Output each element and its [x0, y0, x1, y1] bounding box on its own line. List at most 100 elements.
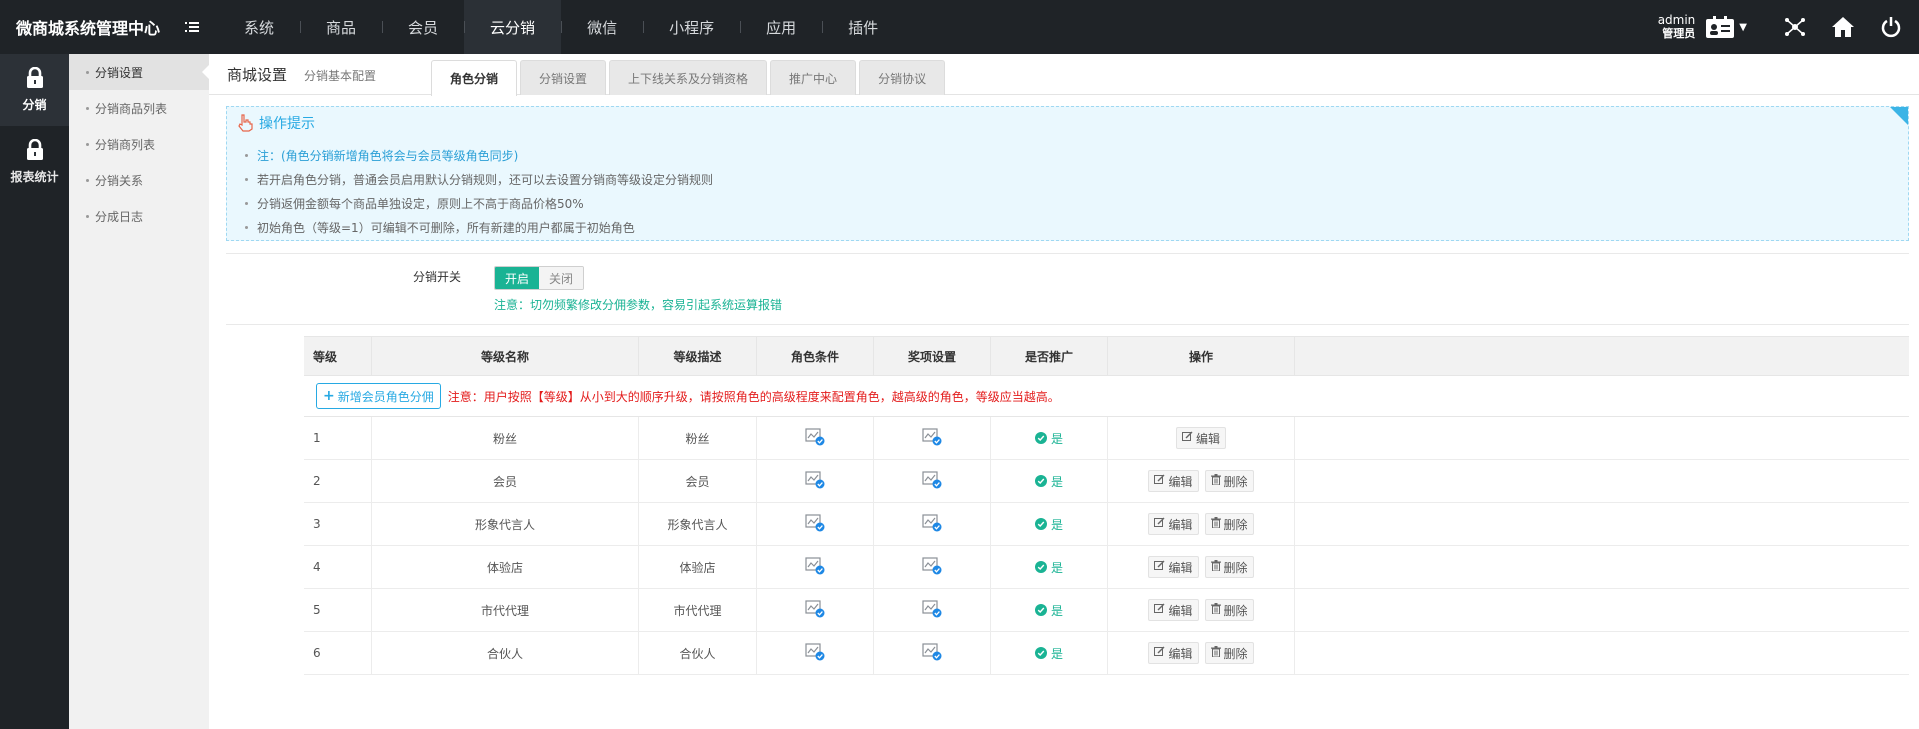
plus-icon: + — [323, 388, 335, 404]
actions-cell: 编辑 删除 — [1108, 589, 1295, 631]
tip-item: 注：(角色分销新增角色将会与会员等级角色同步) — [245, 143, 713, 167]
edit-button[interactable]: 编辑 — [1148, 642, 1199, 664]
sub-nav-item[interactable]: 分销设置 — [69, 54, 209, 90]
award-setting-icon[interactable] — [922, 599, 942, 621]
add-role-button[interactable]: + 新增会员角色分佣 — [316, 383, 441, 409]
level-cell: 6 — [304, 632, 372, 674]
module-item[interactable]: 报表统计 — [0, 126, 69, 198]
delete-button[interactable]: 删除 — [1204, 513, 1254, 535]
brand-title: 微商城系统管理中心 — [16, 19, 161, 38]
role-condition-icon[interactable] — [805, 599, 825, 621]
tip-item: 分销返佣金额每个商品单独设定，原则上不高于商品价格50% — [245, 191, 713, 215]
role-condition-icon[interactable] — [805, 470, 825, 492]
column-header: 是否推广 — [991, 337, 1108, 376]
promote-label: 是 — [1050, 560, 1063, 575]
sub-nav-item[interactable]: 分成日志 — [69, 198, 209, 234]
role-condition-icon[interactable] — [805, 642, 825, 664]
column-header: 等级 — [304, 337, 372, 376]
sub-nav-item[interactable]: 分销商品列表 — [69, 90, 209, 126]
table-row: 6 合伙人 合伙人是编辑 删除 — [304, 632, 1909, 675]
role-condition-icon[interactable] — [805, 513, 825, 535]
user-name: admin — [1657, 13, 1696, 27]
edit-button[interactable]: 编辑 — [1148, 556, 1199, 578]
hand-pointer-icon — [238, 114, 253, 132]
nav-item[interactable]: 插件 — [822, 0, 904, 54]
sub-nav-item[interactable]: 分销商列表 — [69, 126, 209, 162]
tip-item: 初始角色（等级=1）可编辑不可删除，所有新建的用户都属于初始角色 — [245, 215, 713, 239]
role-condition-cell — [757, 632, 874, 674]
role-condition-cell — [757, 460, 874, 502]
name-cell: 粉丝 — [372, 417, 639, 459]
nav-item[interactable]: 商品 — [300, 0, 382, 54]
tips-header: 操作提示 — [237, 113, 315, 133]
nav-item[interactable]: 应用 — [740, 0, 822, 54]
sub-nav-label: 分销商列表 — [95, 137, 156, 152]
trash-icon — [1210, 646, 1224, 660]
award-setting-icon[interactable] — [922, 642, 942, 664]
tips-collapse-toggle[interactable] — [1890, 107, 1908, 125]
award-setting-icon[interactable] — [922, 427, 942, 449]
nav-item[interactable]: 会员 — [382, 0, 464, 54]
edit-button[interactable]: 编辑 — [1148, 599, 1199, 621]
tip-text: 若开启角色分销，普通会员启用默认分销规则，还可以去设置分销商等级设定分销规则 — [257, 172, 714, 187]
tab[interactable]: 角色分销 — [431, 60, 518, 96]
sub-nav-label: 分销设置 — [95, 65, 144, 80]
user-role: 管理员 — [1662, 27, 1696, 40]
switch-on-option[interactable]: 开启 — [495, 267, 540, 289]
column-header: 角色条件 — [757, 337, 874, 376]
id-card-icon[interactable] — [1705, 15, 1735, 39]
page-header: 商城设置 分销基本配置 角色分销 分销设置 上下线关系及分销资格 推广中心 分销协议 — [209, 54, 1919, 96]
tab[interactable]: 上下线关系及分销资格 — [609, 60, 768, 95]
role-table: 等级 等级名称 等级描述 角色条件 奖项设置 是否推广 操作 + 新增会员角色分佣 注意：用… — [304, 336, 1909, 675]
tip-text: 分销返佣金额每个商品单独设定，原则上不高于商品价格50% — [257, 196, 584, 211]
role-condition-icon[interactable] — [805, 427, 825, 449]
actions-cell: 编辑 — [1108, 417, 1295, 459]
column-header: 等级描述 — [639, 337, 757, 376]
edit-icon — [1154, 560, 1168, 574]
edit-button[interactable]: 编辑 — [1148, 470, 1199, 492]
promote-label: 是 — [1050, 646, 1063, 661]
power-icon[interactable] — [1867, 0, 1915, 54]
bullet-icon — [86, 106, 89, 110]
module-item[interactable]: 分销 — [0, 54, 69, 126]
name-cell: 体验店 — [372, 546, 639, 588]
tab[interactable]: 分销设置 — [520, 60, 607, 95]
user-info[interactable]: admin 管理员 — [1657, 13, 1696, 41]
delete-button[interactable]: 删除 — [1204, 556, 1254, 578]
column-header: 等级名称 — [372, 337, 639, 376]
page-subtitle: 分销基本配置 — [304, 69, 377, 83]
edit-label: 编辑 — [1168, 560, 1193, 575]
tab[interactable]: 分销协议 — [859, 60, 946, 95]
table-header: 等级 等级名称 等级描述 角色条件 奖项设置 是否推广 操作 — [304, 336, 1909, 376]
check-circle-icon — [1034, 475, 1047, 487]
delete-button[interactable]: 删除 — [1204, 599, 1254, 621]
switch-off-option[interactable]: 关闭 — [539, 267, 584, 289]
check-circle-icon — [1034, 518, 1047, 530]
sub-nav-label: 分销关系 — [95, 173, 144, 188]
nav-item[interactable]: 系统 — [218, 0, 300, 54]
distribution-switch[interactable]: 开启 关闭 — [494, 266, 585, 290]
edit-icon — [1154, 646, 1168, 660]
award-setting-icon[interactable] — [922, 556, 942, 578]
network-icon[interactable] — [1771, 0, 1819, 54]
sub-nav-item[interactable]: 分销关系 — [69, 162, 209, 198]
edit-button[interactable]: 编辑 — [1148, 513, 1199, 535]
nav-item[interactable]: 云分销 — [464, 0, 562, 54]
nav-item[interactable]: 微信 — [561, 0, 643, 54]
delete-label: 删除 — [1223, 474, 1248, 489]
role-condition-icon[interactable] — [805, 556, 825, 578]
chevron-down-icon[interactable]: ▼ — [1739, 22, 1747, 33]
tab[interactable]: 推广中心 — [770, 60, 857, 95]
delete-button[interactable]: 删除 — [1204, 470, 1254, 492]
module-sidebar: 分销 报表统计 — [0, 54, 69, 729]
delete-button[interactable]: 删除 — [1204, 642, 1254, 664]
home-icon[interactable] — [1819, 0, 1867, 54]
bullet-icon — [245, 153, 248, 157]
award-setting-icon[interactable] — [922, 470, 942, 492]
edit-button[interactable]: 编辑 — [1175, 427, 1226, 449]
promote-status: 是 — [1034, 473, 1063, 490]
menu-toggle-icon[interactable] — [170, 0, 214, 54]
bullet-icon — [86, 178, 89, 182]
nav-item[interactable]: 小程序 — [643, 0, 740, 54]
award-setting-icon[interactable] — [922, 513, 942, 535]
